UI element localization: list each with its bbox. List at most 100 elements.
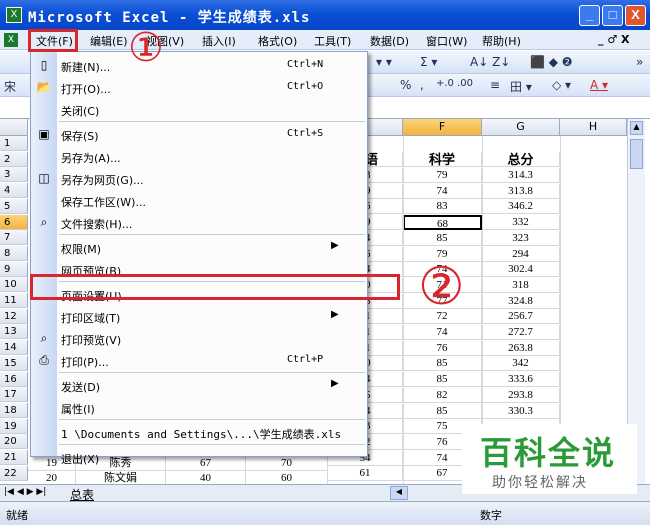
data-cell[interactable]: 342 [482, 356, 560, 371]
file-menu-item-11[interactable]: 打印区域(T) ▶ [31, 305, 367, 327]
header-cell[interactable]: 科学 [403, 152, 482, 167]
data-cell[interactable]: 330.3 [482, 404, 560, 419]
data-cell[interactable]: 314.3 [482, 168, 560, 183]
file-menu-item-15[interactable]: 属性(I) [31, 396, 367, 418]
data-cell[interactable]: 68 [403, 215, 482, 230]
row-header[interactable]: 8 [0, 246, 28, 261]
data-cell[interactable]: 272.7 [482, 325, 560, 340]
data-cell[interactable]: 61 [328, 466, 403, 481]
minimize-button[interactable]: _ [579, 5, 600, 26]
close-button[interactable]: X [625, 5, 646, 26]
data-cell[interactable]: 85 [403, 404, 482, 419]
col-header-f[interactable]: F [403, 119, 482, 136]
data-cell[interactable]: 346.2 [482, 199, 560, 214]
row-header[interactable]: 15 [0, 356, 28, 371]
data-cell[interactable]: 74 [403, 325, 482, 340]
scroll-left-icon[interactable]: ◀ [390, 486, 408, 500]
data-cell[interactable]: 333.6 [482, 372, 560, 387]
comma-style-button[interactable]: , [420, 78, 424, 92]
percent-style-button[interactable]: % [400, 78, 411, 92]
data-cell[interactable]: 332 [482, 215, 560, 230]
font-color-button[interactable]: A ▾ [590, 78, 608, 92]
row-header[interactable]: 5 [0, 199, 28, 214]
data-cell[interactable]: 256.7 [482, 309, 560, 324]
header-cell[interactable]: 总分 [482, 152, 560, 167]
file-menu-item-4[interactable]: 另存为(A)... [31, 145, 367, 167]
data-cell[interactable]: 263.8 [482, 341, 560, 356]
file-menu-item-0[interactable]: ▯ 新建(N)... Ctrl+N [31, 54, 367, 76]
chart-drawing-buttons[interactable]: ⬛ ◆ ❷ [530, 55, 573, 69]
menu-help[interactable]: 帮助(H) [482, 33, 521, 49]
menu-insert[interactable]: 插入(I) [202, 33, 236, 49]
row-header[interactable]: 17 [0, 387, 28, 402]
row-header[interactable]: 16 [0, 372, 28, 387]
row-header[interactable]: 14 [0, 340, 28, 355]
menu-edit[interactable]: 编辑(E) [90, 33, 128, 49]
document-window-controls[interactable]: _ ♂ X [598, 33, 630, 46]
menu-tools[interactable]: 工具(T) [314, 33, 351, 49]
file-menu-item-8[interactable]: 权限(M) ▶ [31, 236, 367, 258]
data-cell[interactable]: 293.8 [482, 388, 560, 403]
data-cell[interactable]: 323 [482, 231, 560, 246]
row-header[interactable]: 21 [0, 450, 28, 465]
row-header[interactable]: 1 [0, 136, 28, 151]
file-menu-item-5[interactable]: ◫ 另存为网页(G)... [31, 167, 367, 189]
row-header[interactable]: 20 [0, 434, 28, 449]
select-all-corner[interactable] [0, 119, 28, 136]
font-name-box[interactable]: 宋 [4, 78, 16, 95]
file-menu-item-3[interactable]: ▣ 保存(S) Ctrl+S [31, 123, 367, 145]
scroll-thumb[interactable] [630, 139, 643, 169]
tab-nav-arrows-icon[interactable]: |◀ ◀ ▶ ▶| [4, 487, 46, 497]
data-cell[interactable]: 294 [482, 247, 560, 262]
undo-redo-dropdowns[interactable]: ▾ ▾ [376, 55, 392, 69]
decimal-buttons[interactable]: +.0 .00 [436, 78, 473, 89]
col-header-h[interactable]: H [560, 119, 627, 136]
data-cell[interactable]: 318 [482, 278, 560, 293]
file-menu-item-1[interactable]: 📂 打开(O)... Ctrl+O [31, 76, 367, 98]
data-cell[interactable]: 82 [403, 388, 482, 403]
workbook-icon[interactable]: X [4, 33, 18, 47]
borders-button[interactable]: 田 ▾ [510, 78, 532, 95]
data-cell[interactable]: 76 [403, 341, 482, 356]
file-menu-item-16[interactable]: 1 \Documents and Settings\...\学生成绩表.xls [31, 421, 367, 443]
data-cell[interactable]: 85 [403, 231, 482, 246]
row-header[interactable]: 19 [0, 419, 28, 434]
file-menu-item-13[interactable]: ⎙ 打印(P)... Ctrl+P [31, 349, 367, 371]
menu-data[interactable]: 数据(D) [370, 33, 409, 49]
data-cell[interactable]: 79 [403, 168, 482, 183]
fill-color-button[interactable]: ◇ ▾ [552, 78, 571, 92]
data-cell[interactable]: 83 [403, 199, 482, 214]
data-cell[interactable]: 85 [403, 356, 482, 371]
scroll-up-icon[interactable]: ▲ [630, 121, 643, 135]
row-header[interactable]: 12 [0, 309, 28, 324]
data-cell[interactable]: 85 [403, 372, 482, 387]
file-menu-item-12[interactable]: ⌕ 打印预览(V) [31, 327, 367, 349]
row-header[interactable]: 4 [0, 183, 28, 198]
file-menu-item-17[interactable]: 退出(X) [31, 446, 367, 468]
menu-window[interactable]: 窗口(W) [426, 33, 467, 49]
toolbar-overflow-icon[interactable]: » [636, 55, 643, 69]
row-header[interactable]: 18 [0, 403, 28, 418]
col-header-g[interactable]: G [482, 119, 560, 136]
maximize-button[interactable]: □ [602, 5, 623, 26]
row-header[interactable]: 10 [0, 277, 28, 292]
menu-format[interactable]: 格式(O) [258, 33, 297, 49]
row-header[interactable]: 6 [0, 215, 28, 230]
row-header[interactable]: 13 [0, 324, 28, 339]
sort-buttons[interactable]: A↓ Z↓ [470, 55, 510, 69]
data-cell[interactable]: 74 [403, 184, 482, 199]
data-cell[interactable]: 313.8 [482, 184, 560, 199]
row-header[interactable]: 7 [0, 230, 28, 245]
row-header[interactable]: 9 [0, 262, 28, 277]
file-menu-item-6[interactable]: 保存工作区(W)... [31, 189, 367, 211]
row-header[interactable]: 22 [0, 466, 28, 481]
data-cell[interactable]: 324.8 [482, 294, 560, 309]
file-menu-item-7[interactable]: ⌕ 文件搜索(H)... [31, 211, 367, 233]
indent-button[interactable]: ≡ [490, 78, 500, 92]
row-header[interactable]: 3 [0, 167, 28, 182]
row-header[interactable]: 11 [0, 293, 28, 308]
data-cell[interactable]: 302.4 [482, 262, 560, 277]
file-menu-item-14[interactable]: 发送(D) ▶ [31, 374, 367, 396]
row-header[interactable]: 2 [0, 152, 28, 167]
file-menu-item-2[interactable]: 关闭(C) [31, 98, 367, 120]
